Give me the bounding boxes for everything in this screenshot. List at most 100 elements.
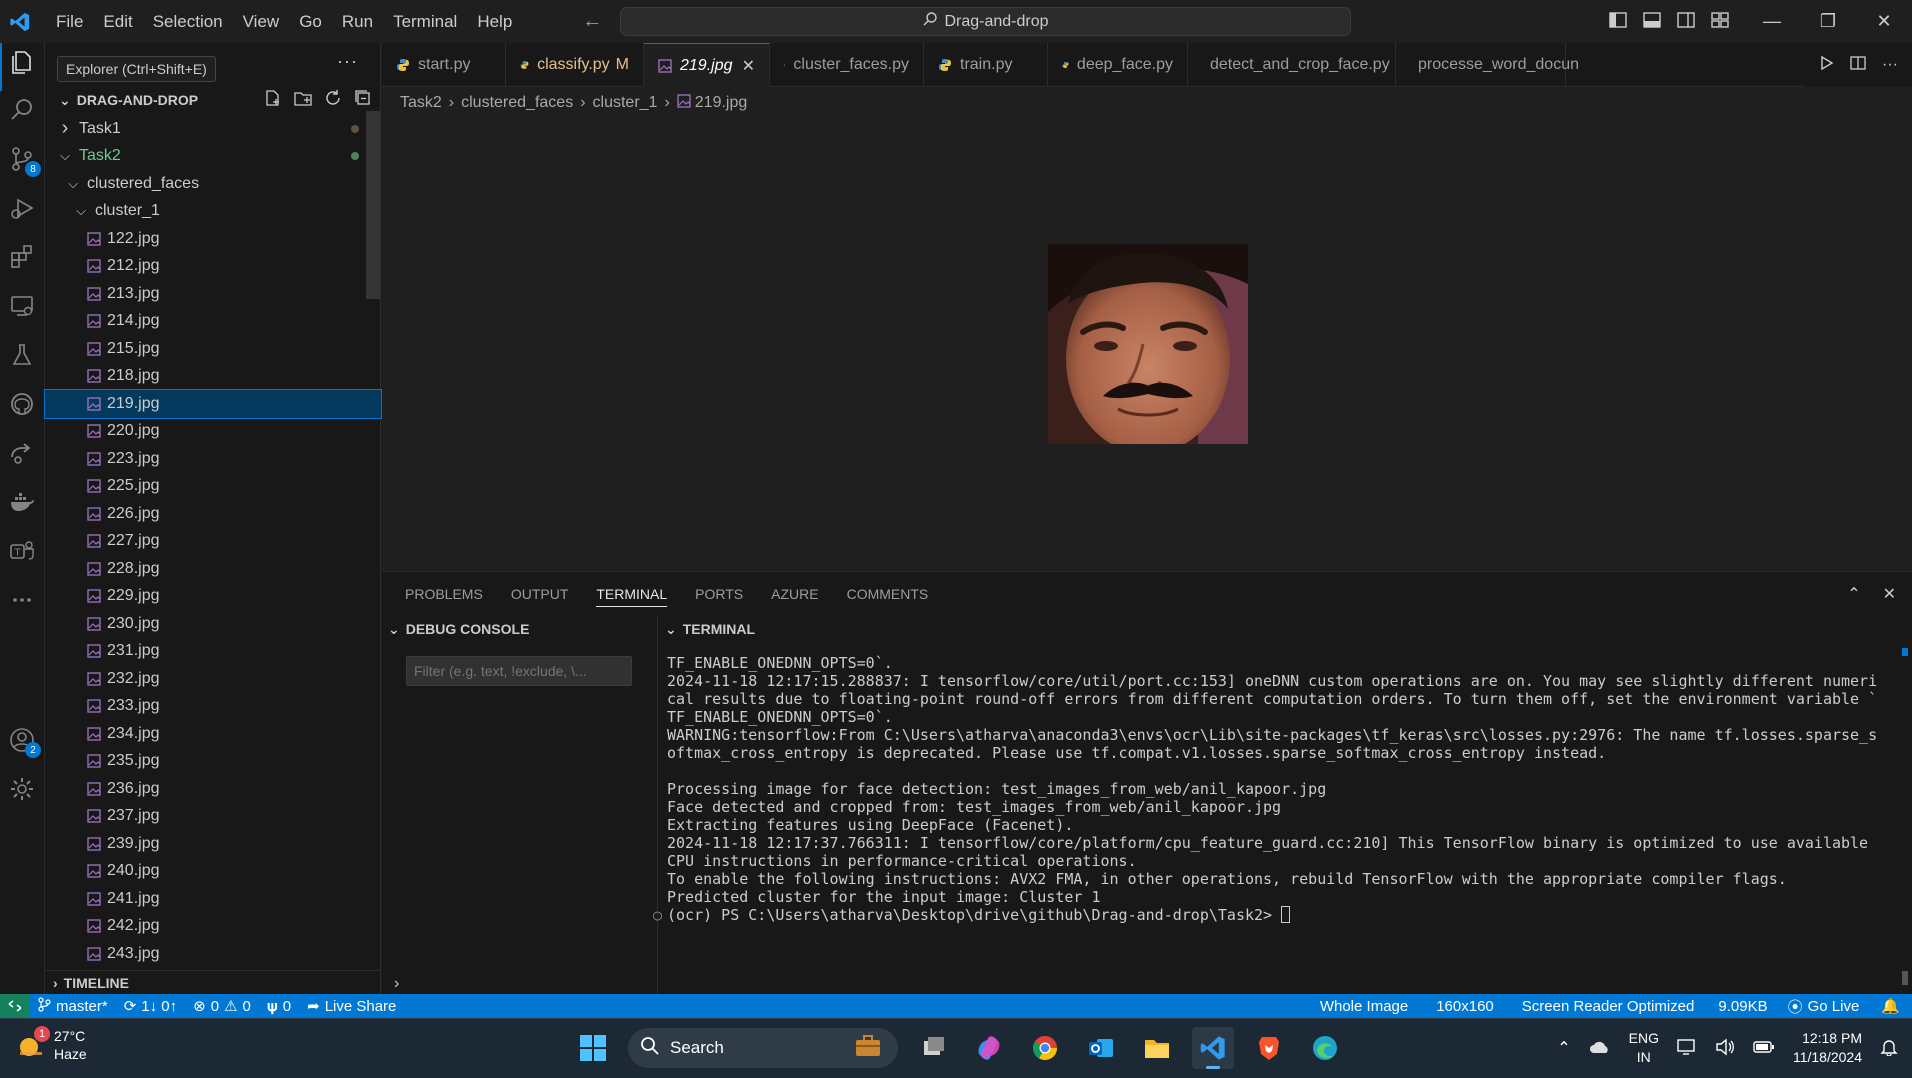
- live-share-icon[interactable]: [7, 438, 37, 468]
- docker-icon[interactable]: [7, 487, 37, 517]
- volume-icon[interactable]: [1715, 1038, 1735, 1059]
- tree-folder[interactable]: › Task1: [45, 115, 381, 143]
- tree-file[interactable]: 229.jpg: [45, 583, 381, 611]
- settings-gear-icon[interactable]: [7, 774, 37, 804]
- breadcrumb-clustered-faces[interactable]: clustered_faces: [461, 94, 573, 112]
- menu-terminal[interactable]: Terminal: [383, 0, 467, 43]
- panel-tab-terminal[interactable]: TERMINAL: [596, 586, 668, 607]
- teams-toolkit-icon[interactable]: T: [7, 536, 37, 566]
- panel-tab-ports[interactable]: PORTS: [695, 586, 743, 602]
- task-view-icon[interactable]: [912, 1027, 954, 1069]
- tree-file[interactable]: 228.jpg: [45, 555, 381, 583]
- tree-file[interactable]: 215.jpg: [45, 335, 381, 363]
- debug-filter-input[interactable]: [406, 656, 632, 686]
- command-center-search[interactable]: Drag-and-drop: [620, 7, 1351, 36]
- debug-input-chevron-icon[interactable]: ›: [394, 975, 399, 993]
- close-tab-icon[interactable]: ✕: [742, 56, 755, 76]
- tree-folder[interactable]: ⌵ cluster_1: [45, 198, 381, 226]
- face-image-preview[interactable]: [1048, 244, 1248, 444]
- close-panel-icon[interactable]: ✕: [1883, 584, 1896, 604]
- menu-help[interactable]: Help: [467, 0, 522, 43]
- tree-file[interactable]: 232.jpg: [45, 665, 381, 693]
- more-views-icon[interactable]: [7, 585, 37, 615]
- editor-tab[interactable]: 219.jpg ✕: [644, 43, 770, 87]
- tree-file[interactable]: 227.jpg: [45, 528, 381, 556]
- extensions-icon[interactable]: [7, 242, 37, 272]
- windows-start-icon[interactable]: [572, 1027, 614, 1069]
- timeline-section-header[interactable]: › TIMELINE: [45, 970, 381, 994]
- edge-icon[interactable]: [1304, 1027, 1346, 1069]
- debug-console-header[interactable]: ⌄ DEBUG CONSOLE: [382, 616, 657, 642]
- tree-file[interactable]: 240.jpg: [45, 858, 381, 886]
- terminal-output[interactable]: TF_ENABLE_ONEDNN_OPTS=0`. 2024-11-18 12:1…: [653, 654, 1895, 924]
- tree-file[interactable]: 122.jpg: [45, 225, 381, 253]
- terminal-prompt-line[interactable]: ○ (ocr) PS C:\Users\atharva\Desktop\drive…: [653, 906, 1895, 924]
- tree-file[interactable]: 241.jpg: [45, 885, 381, 913]
- editor-tab[interactable]: deep_face.py: [1048, 43, 1188, 87]
- run-debug-icon[interactable]: [7, 193, 37, 223]
- close-window-icon[interactable]: ✕: [1856, 0, 1912, 43]
- tree-file[interactable]: 233.jpg: [45, 693, 381, 721]
- language-indicator[interactable]: ENG IN: [1629, 1029, 1659, 1067]
- panel-tab-output[interactable]: OUTPUT: [511, 586, 569, 602]
- git-branch[interactable]: master*: [30, 996, 116, 1016]
- editor-tab[interactable]: classify.py M: [506, 43, 644, 87]
- menu-run[interactable]: Run: [332, 0, 383, 43]
- weather-widget[interactable]: 1 27°C Haze: [16, 1026, 87, 1063]
- toggle-secondary-sidebar-icon[interactable]: [1676, 10, 1696, 30]
- copilot-icon[interactable]: [968, 1027, 1010, 1069]
- run-play-icon[interactable]: [1818, 55, 1834, 76]
- refresh-icon[interactable]: [323, 88, 343, 108]
- more-actions-icon[interactable]: ···: [1882, 56, 1898, 74]
- tree-file[interactable]: 230.jpg: [45, 610, 381, 638]
- customize-layout-icon[interactable]: [1710, 10, 1730, 30]
- tree-file[interactable]: 212.jpg: [45, 253, 381, 281]
- chevron-up-icon[interactable]: ⌃: [1557, 1038, 1570, 1058]
- tree-file[interactable]: 234.jpg: [45, 720, 381, 748]
- sidebar-scrollbar[interactable]: [366, 111, 380, 299]
- tree-file[interactable]: 220.jpg: [45, 418, 381, 446]
- problems-indicator[interactable]: ⊗ 0 ⚠ 0: [185, 997, 259, 1016]
- tree-folder[interactable]: ⌵ Task2: [45, 143, 381, 171]
- tree-file[interactable]: 242.jpg: [45, 913, 381, 941]
- breadcrumb-219-jpg[interactable]: 219.jpg: [695, 94, 748, 112]
- tree-file[interactable]: 225.jpg: [45, 473, 381, 501]
- file-explorer-icon[interactable]: [1136, 1027, 1178, 1069]
- tree-file[interactable]: 218.jpg: [45, 363, 381, 391]
- editor-tab[interactable]: train.py: [924, 43, 1048, 87]
- panel-tab-problems[interactable]: PROBLEMS: [405, 586, 483, 602]
- editor-tab[interactable]: cluster_faces.py: [770, 43, 924, 87]
- tree-file[interactable]: 235.jpg: [45, 748, 381, 776]
- menu-edit[interactable]: Edit: [93, 0, 142, 43]
- tree-file[interactable]: 223.jpg: [45, 445, 381, 473]
- brave-icon[interactable]: [1248, 1027, 1290, 1069]
- panel-tab-azure[interactable]: AZURE: [771, 586, 818, 602]
- split-editor-icon[interactable]: [1850, 55, 1866, 76]
- breadcrumb-task2[interactable]: Task2: [400, 94, 442, 112]
- tree-file[interactable]: 236.jpg: [45, 775, 381, 803]
- maximize-panel-icon[interactable]: ⌃: [1847, 584, 1860, 604]
- ports-indicator[interactable]: 𝛙 0: [259, 998, 299, 1015]
- breadcrumb-cluster-1[interactable]: cluster_1: [593, 94, 658, 112]
- toggle-panel-icon[interactable]: [1642, 10, 1662, 30]
- live-share-status[interactable]: ➦ Live Share: [299, 997, 404, 1016]
- menu-selection[interactable]: Selection: [143, 0, 233, 43]
- collapse-all-icon[interactable]: [353, 88, 373, 108]
- tree-file[interactable]: 213.jpg: [45, 280, 381, 308]
- new-folder-icon[interactable]: [293, 88, 313, 108]
- explorer-icon[interactable]: [7, 47, 37, 77]
- image-zoom-status[interactable]: Whole Image: [1306, 998, 1422, 1015]
- outlook-icon[interactable]: [1080, 1027, 1122, 1069]
- git-sync[interactable]: ⟳ 1↓ 0↑: [116, 997, 185, 1016]
- tree-file[interactable]: 237.jpg: [45, 803, 381, 831]
- panel-tab-comments[interactable]: COMMENTS: [847, 586, 929, 602]
- github-icon[interactable]: [7, 389, 37, 419]
- restore-icon[interactable]: ❐: [1800, 0, 1856, 43]
- notifications-bell-icon[interactable]: 🔔: [1869, 997, 1912, 1015]
- menu-file[interactable]: File: [46, 0, 93, 43]
- system-clock[interactable]: 12:18 PM 11/18/2024: [1793, 1029, 1862, 1067]
- accounts-icon[interactable]: 2: [7, 725, 41, 758]
- tree-file[interactable]: 243.jpg: [45, 940, 381, 968]
- screen-reader-mode[interactable]: Screen Reader Optimized: [1508, 998, 1709, 1015]
- editor-tab[interactable]: detect_and_crop_face.py: [1188, 43, 1396, 87]
